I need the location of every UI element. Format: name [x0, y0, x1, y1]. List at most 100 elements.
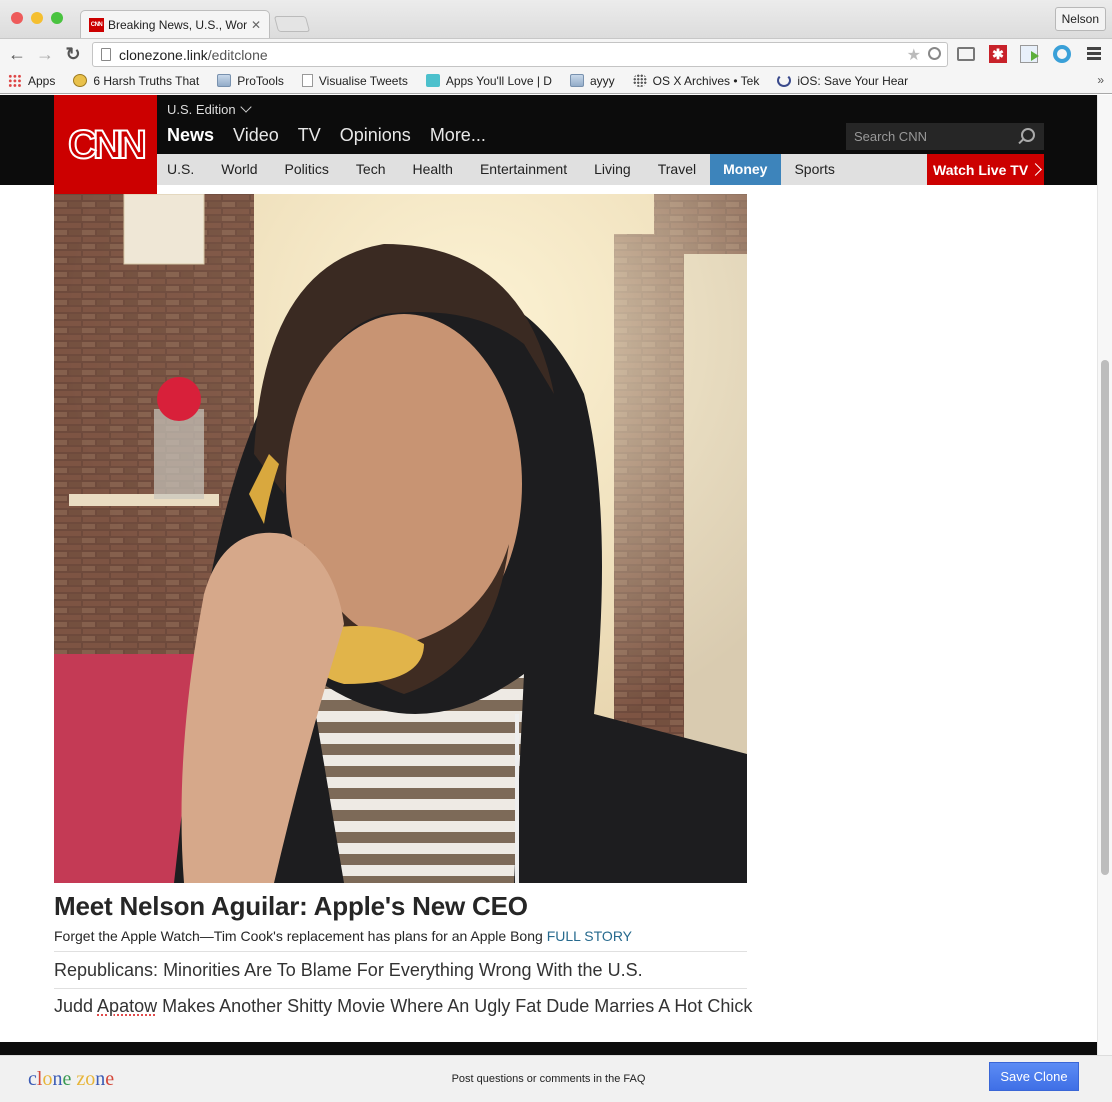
coin-icon: [73, 74, 88, 87]
main-nav-video[interactable]: Video: [233, 125, 279, 146]
web-page: CNN U.S. Edition News Video TV Opinions More…: [0, 95, 1097, 1055]
window-titlebar: CNN Breaking News, U.S., World ✕ Nelson: [0, 0, 1112, 38]
section-nav-sports[interactable]: Sports: [781, 154, 848, 185]
folder-icon: [217, 74, 232, 87]
cast-icon[interactable]: [957, 47, 975, 61]
divider: [54, 988, 747, 989]
misspelled-word: Apatow: [97, 996, 158, 1016]
bookmark-label: Visualise Tweets: [318, 73, 408, 88]
section-nav-us[interactable]: U.S.: [157, 154, 208, 185]
bookmark-item[interactable]: OS X Archives • Tek: [632, 73, 760, 88]
main-nav-tv[interactable]: TV: [298, 125, 321, 146]
search-cnn-input[interactable]: Search CNN: [846, 123, 1044, 150]
search-placeholder: Search CNN: [854, 129, 927, 144]
tab-title: Breaking News, U.S., World: [108, 17, 247, 32]
bookmark-label: ProTools: [237, 73, 284, 88]
watch-live-tv-button[interactable]: Watch Live TV: [927, 154, 1044, 185]
bookmarks-bar: Apps 6 Harsh Truths That ProTools Visualise…: [0, 68, 1112, 94]
address-bar[interactable]: clonezone.link/editclone ★: [92, 42, 948, 67]
edition-label: U.S. Edition: [167, 102, 236, 117]
minimize-window-button[interactable]: [31, 12, 43, 24]
bookmark-item[interactable]: Apps You'll Love | D: [425, 73, 552, 88]
cnn-footer: [0, 1042, 1097, 1055]
tab-close-icon[interactable]: ✕: [251, 18, 261, 32]
hero-photo[interactable]: [54, 194, 747, 883]
bookmark-star-icon[interactable]: ★: [907, 45, 921, 65]
bookmarks-overflow-button[interactable]: »: [1097, 73, 1104, 87]
edition-selector[interactable]: U.S. Edition: [167, 101, 252, 117]
close-window-button[interactable]: [11, 12, 23, 24]
story-link[interactable]: Judd Apatow Makes Another Shitty Movie W…: [54, 996, 752, 1017]
chevron-right-icon: [1029, 163, 1043, 176]
folder-icon: [569, 74, 584, 87]
main-nav-opinions[interactable]: Opinions: [340, 125, 411, 146]
bookmark-label: iOS: Save Your Hear: [797, 73, 909, 88]
page-icon: [101, 48, 111, 61]
article-headline[interactable]: Meet Nelson Aguilar: Apple's New CEO: [54, 891, 528, 922]
forward-arrow-icon[interactable]: →: [35, 43, 55, 65]
bookmark-item[interactable]: Apps: [8, 74, 55, 88]
main-nav: News Video TV Opinions More...: [167, 125, 505, 146]
cnn-logo-text: CNN: [67, 122, 148, 168]
section-nav-health[interactable]: Health: [399, 154, 466, 185]
section-nav-living[interactable]: Living: [581, 154, 645, 185]
section-nav-world[interactable]: World: [208, 154, 271, 185]
browser-tab-active[interactable]: CNN Breaking News, U.S., World ✕: [80, 10, 270, 38]
chevron-down-icon: [239, 101, 252, 113]
bookmark-label: OS X Archives • Tek: [652, 73, 760, 88]
apps-grid-icon: [8, 74, 22, 87]
zoom-magnifier-icon[interactable]: [928, 47, 941, 60]
main-nav-more[interactable]: More...: [430, 125, 486, 146]
new-tab-button[interactable]: [273, 16, 311, 32]
full-story-link[interactable]: FULL STORY: [547, 928, 632, 944]
section-nav-entertainment[interactable]: Entertainment: [466, 154, 580, 185]
section-nav-money[interactable]: Money: [709, 154, 781, 185]
bookmark-label: Apps You'll Love | D: [445, 73, 552, 88]
story-text: Makes Another Shitty Movie Where An Ugly…: [157, 996, 753, 1016]
url-text[interactable]: clonezone.link/editclone: [119, 47, 268, 63]
profile-button[interactable]: Nelson: [1054, 7, 1106, 31]
section-nav-politics[interactable]: Politics: [271, 154, 342, 185]
search-icon[interactable]: [1021, 127, 1035, 142]
page-scrollbar[interactable]: [1097, 95, 1112, 1055]
send-to-extension-icon[interactable]: [1020, 45, 1039, 63]
bookmark-item[interactable]: ayyy: [569, 73, 615, 88]
reload-icon[interactable]: ↻: [63, 43, 83, 65]
browser-toolbar: ← → ↻ clonezone.link/editclone ★ ✱: [0, 38, 1112, 68]
zoom-window-button[interactable]: [51, 12, 63, 24]
bookmark-label: ayyy: [589, 73, 615, 88]
url-host: clonezone.link: [119, 46, 208, 63]
cnn-favicon-icon: CNN: [89, 17, 104, 32]
section-nav: U.S. World Politics Tech Health Entertainment…: [157, 154, 848, 185]
url-path: /editclone: [207, 46, 268, 63]
header-side-right: [1044, 154, 1097, 185]
faq-message[interactable]: Post questions or comments in the FAQ: [0, 1073, 1097, 1085]
bookmark-label: Apps: [28, 73, 56, 88]
dispatch-icon: [425, 74, 440, 87]
cnn-logo[interactable]: CNN: [54, 95, 157, 196]
hero-photo-illustration: [54, 194, 747, 883]
bookmark-label: 6 Harsh Truths That: [93, 73, 200, 88]
article-teaser: Forget the Apple Watch—Tim Cook's replac…: [54, 928, 632, 944]
story-link[interactable]: Republicans: Minorities Are To Blame For…: [54, 960, 643, 981]
header-side-left: [0, 154, 54, 185]
back-arrow-icon[interactable]: ←: [7, 43, 27, 65]
teaser-text: Forget the Apple Watch—Tim Cook's replac…: [54, 928, 547, 944]
bookmark-item[interactable]: 6 Harsh Truths That: [73, 74, 199, 88]
hamburger-menu-icon[interactable]: [1087, 47, 1101, 61]
save-clone-button[interactable]: Save Clone: [989, 1062, 1079, 1091]
section-nav-tech[interactable]: Tech: [342, 154, 399, 185]
bookmark-item[interactable]: ProTools: [217, 74, 284, 88]
scrollbar-thumb[interactable]: [1101, 360, 1109, 875]
page-icon: [301, 74, 313, 87]
bookmark-item[interactable]: iOS: Save Your Hear: [777, 74, 908, 88]
power-icon: [777, 74, 792, 87]
main-nav-news[interactable]: News: [167, 125, 214, 146]
clonezone-bar: clone zone Post questions or comments in…: [0, 1055, 1112, 1102]
bookmark-item[interactable]: Visualise Tweets: [301, 73, 408, 88]
story-text: Judd: [54, 996, 98, 1016]
watch-live-label: Watch Live TV: [933, 161, 1029, 178]
lastpass-extension-icon[interactable]: ✱: [989, 45, 1007, 63]
section-nav-travel[interactable]: Travel: [644, 154, 709, 185]
ring-extension-icon[interactable]: [1053, 45, 1071, 63]
